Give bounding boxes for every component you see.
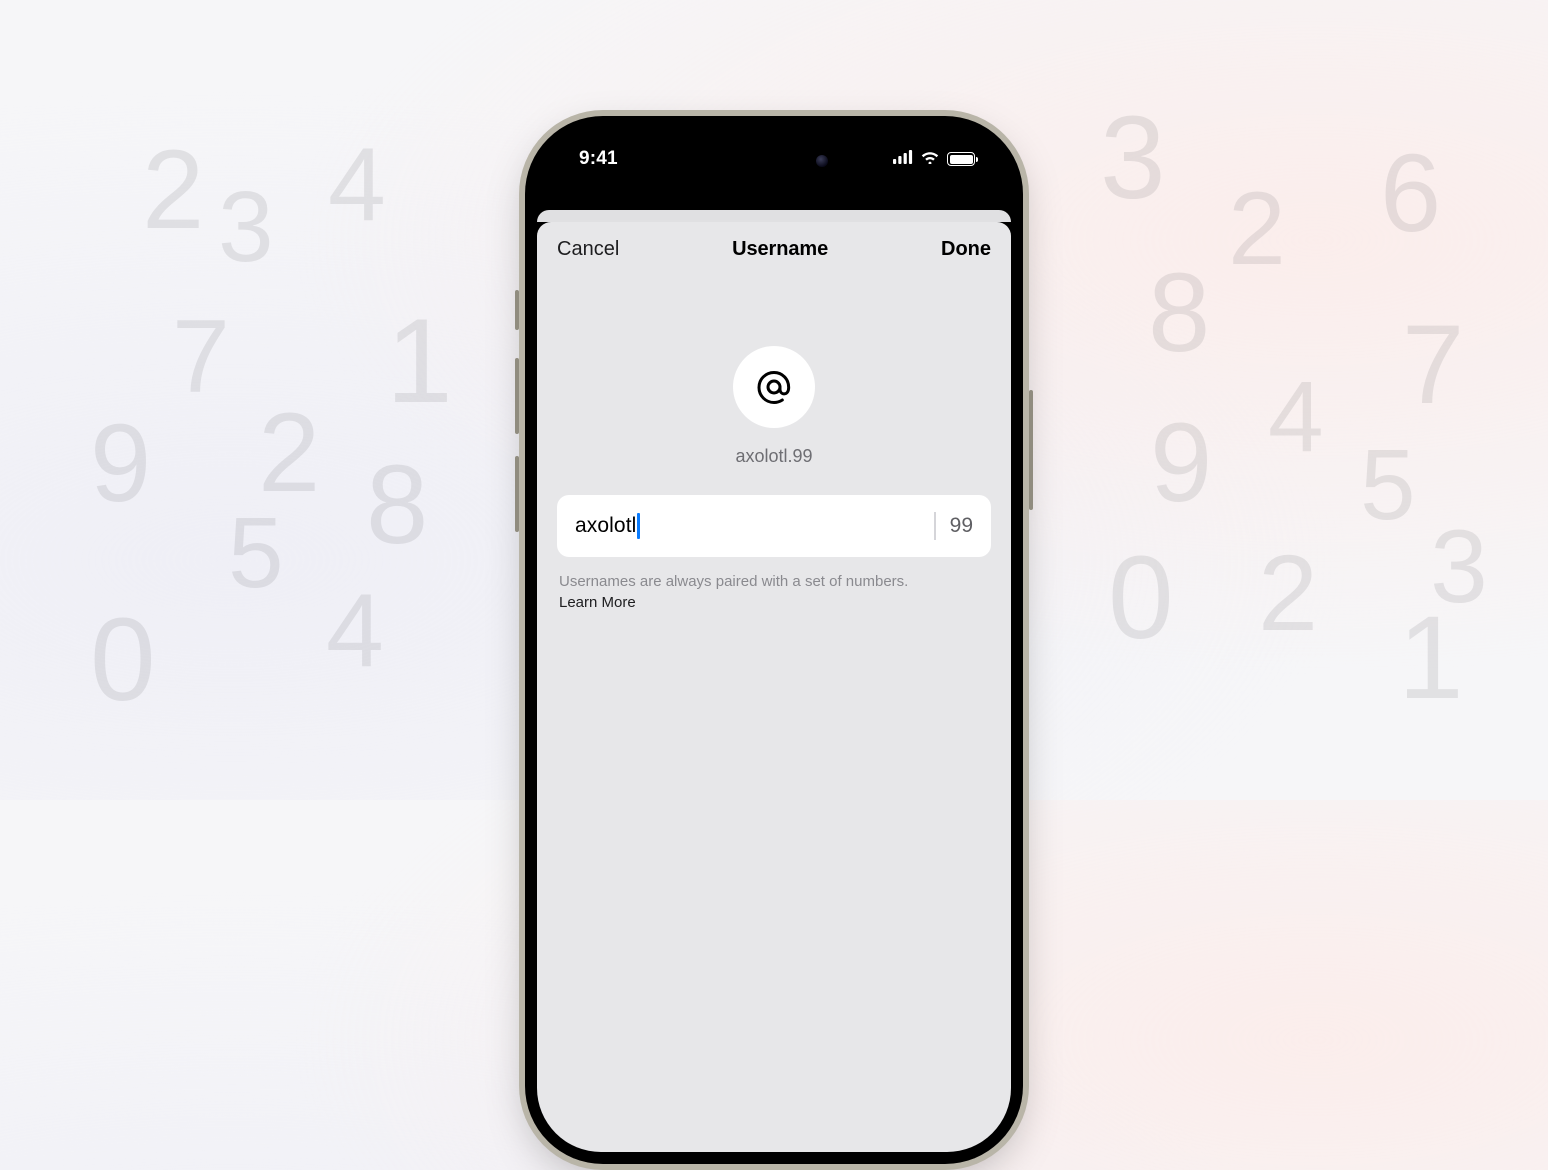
text-cursor — [637, 513, 640, 539]
volume-down-button — [515, 456, 519, 532]
bg-digit: 9 — [90, 400, 151, 527]
input-divider — [934, 512, 936, 540]
bg-digit: 4 — [326, 572, 384, 691]
phone-frame: 9:41 — [519, 110, 1029, 1170]
bg-digit: 2 — [258, 388, 320, 517]
background-sheet-edge — [537, 210, 1011, 222]
bg-digit: 0 — [1108, 530, 1174, 666]
sheet-title: Username — [732, 238, 828, 261]
bg-digit: 7 — [1402, 300, 1464, 429]
bg-digit: 5 — [1360, 428, 1416, 543]
phone-screen: 9:41 — [537, 128, 1011, 1152]
battery-icon — [947, 152, 975, 166]
cellular-icon — [893, 150, 913, 169]
done-button[interactable]: Done — [941, 238, 991, 261]
bg-digit: 0 — [90, 592, 156, 728]
bg-digit: 3 — [218, 170, 274, 285]
bg-digit: 4 — [1268, 360, 1324, 475]
at-sign-icon — [733, 346, 815, 428]
dynamic-island — [698, 140, 850, 182]
phone-bezel: 9:41 — [525, 116, 1023, 1164]
bg-digit: 9 — [1150, 398, 1212, 527]
bg-digit: 1 — [386, 292, 453, 430]
sheet-nav-bar: Cancel Username Done — [537, 222, 1011, 276]
power-button — [1029, 390, 1033, 510]
modal-sheet: Cancel Username Done axolotl.99 a — [537, 222, 1011, 1152]
bg-digit: 7 — [172, 298, 230, 417]
bg-digit: 2 — [1228, 170, 1286, 289]
helper-text: Usernames are always paired with a set o… — [559, 573, 908, 590]
wifi-icon — [920, 150, 940, 169]
username-input[interactable]: axolotl 99 — [557, 495, 991, 557]
bg-digit: 4 — [328, 126, 386, 245]
front-camera-icon — [816, 155, 828, 167]
volume-up-button — [515, 358, 519, 434]
bg-digit: 3 — [1430, 508, 1488, 627]
bg-digit: 6 — [1380, 130, 1441, 257]
bg-digit: 2 — [1258, 530, 1318, 655]
bg-digit: 2 — [142, 125, 204, 254]
bg-digit: 3 — [1100, 90, 1166, 226]
username-display: axolotl.99 — [557, 446, 991, 467]
bg-digit: 8 — [366, 440, 428, 569]
silence-switch — [515, 290, 519, 330]
status-time: 9:41 — [579, 148, 618, 170]
bg-digit: 1 — [1398, 590, 1464, 726]
cancel-button[interactable]: Cancel — [557, 238, 619, 261]
username-input-value: axolotl — [575, 514, 636, 538]
bg-digit: 8 — [1148, 248, 1210, 377]
username-suffix: 99 — [950, 514, 973, 538]
learn-more-link[interactable]: Learn More — [559, 592, 636, 613]
bg-digit: 5 — [228, 496, 284, 611]
